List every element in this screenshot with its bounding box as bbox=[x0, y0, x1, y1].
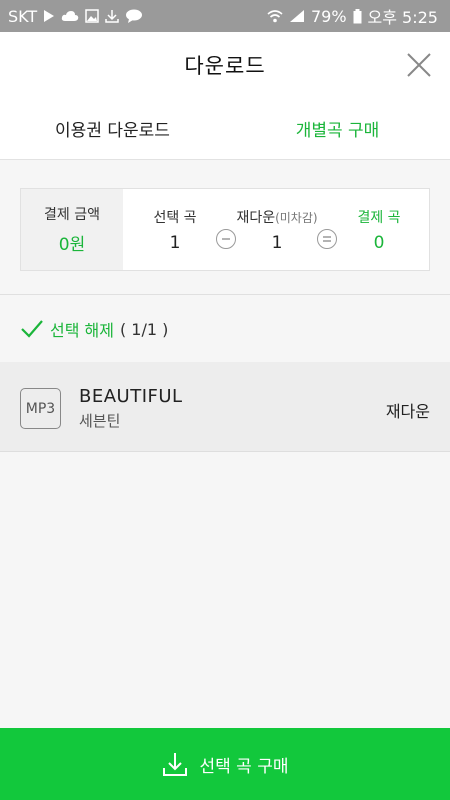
tab-subscription-download[interactable]: 이용권 다운로드 bbox=[0, 98, 225, 159]
header: 다운로드 bbox=[0, 32, 450, 98]
tab-bar: 이용권 다운로드 개별곡 구매 bbox=[0, 98, 450, 160]
song-title: BEAUTIFUL bbox=[79, 386, 183, 407]
page-title: 다운로드 bbox=[184, 54, 266, 78]
equals-icon bbox=[317, 229, 337, 249]
deselect-button[interactable]: 선택 해제 bbox=[50, 317, 114, 341]
selected-songs-label: 선택 곡 bbox=[153, 209, 197, 226]
selection-count: ( 1/1 ) bbox=[119, 319, 169, 339]
check-icon[interactable] bbox=[20, 319, 44, 339]
signal-icon bbox=[289, 9, 305, 23]
selected-songs-value: 1 bbox=[169, 232, 181, 253]
summary-section: 결제 금액 0원 선택 곡 1 재다운(미차감) 1 결제 곡 0 bbox=[0, 160, 450, 295]
payment-summary: 결제 금액 0원 선택 곡 1 재다운(미차감) 1 결제 곡 0 bbox=[20, 188, 430, 271]
status-bar: SKT 79% 오후 5:25 bbox=[0, 0, 450, 32]
buy-button-label: 선택 곡 구매 bbox=[199, 756, 289, 777]
song-artist: 세븐틴 bbox=[79, 412, 121, 430]
download-icon bbox=[163, 753, 188, 776]
status-right: 79% 오후 5:25 bbox=[267, 4, 438, 28]
payment-amount-value: 0원 bbox=[58, 235, 86, 255]
carrier-label: SKT bbox=[8, 6, 38, 26]
pay-songs-value: 0 bbox=[373, 232, 385, 253]
battery-percent: 79% bbox=[310, 6, 347, 26]
payment-amount: 결제 금액 0원 bbox=[21, 189, 123, 270]
pay-songs-label: 결제 곡 bbox=[357, 209, 401, 226]
redownload-label: 재다운 bbox=[236, 209, 276, 226]
play-store-icon bbox=[43, 9, 55, 23]
close-icon bbox=[407, 53, 431, 77]
tab-individual-purchase[interactable]: 개별곡 구매 bbox=[225, 98, 450, 159]
summary-cells: 선택 곡 1 재다운(미차감) 1 결제 곡 0 bbox=[123, 189, 429, 270]
song-status: 재다운 bbox=[385, 402, 430, 421]
pay-songs: 결제 곡 0 bbox=[345, 189, 413, 270]
close-button[interactable] bbox=[404, 50, 434, 80]
redownload-label-wrap: 재다운(미차감) bbox=[236, 207, 317, 227]
selected-songs: 선택 곡 1 bbox=[141, 189, 209, 270]
battery-icon bbox=[353, 8, 362, 24]
clock: 오후 5:25 bbox=[367, 8, 438, 27]
payment-amount-label: 결제 금액 bbox=[44, 207, 100, 223]
image-icon bbox=[85, 9, 99, 23]
status-left: SKT bbox=[8, 7, 143, 26]
redownload-value: 1 bbox=[271, 232, 283, 253]
download-status-icon bbox=[105, 9, 119, 23]
selection-row: 선택 해제 ( 1/1 ) bbox=[0, 296, 450, 362]
talk-icon bbox=[125, 9, 143, 23]
wifi-icon bbox=[267, 9, 283, 23]
buy-selected-button[interactable]: 선택 곡 구매 bbox=[0, 728, 450, 800]
redownload-sub-label: (미차감) bbox=[275, 210, 318, 225]
redownload-songs: 재다운(미차감) 1 bbox=[231, 189, 323, 270]
list-item[interactable]: MP3 BEAUTIFUL 세븐틴 재다운 bbox=[0, 362, 450, 452]
mp3-format-icon: MP3 bbox=[20, 388, 61, 429]
cloud-icon bbox=[61, 10, 79, 22]
